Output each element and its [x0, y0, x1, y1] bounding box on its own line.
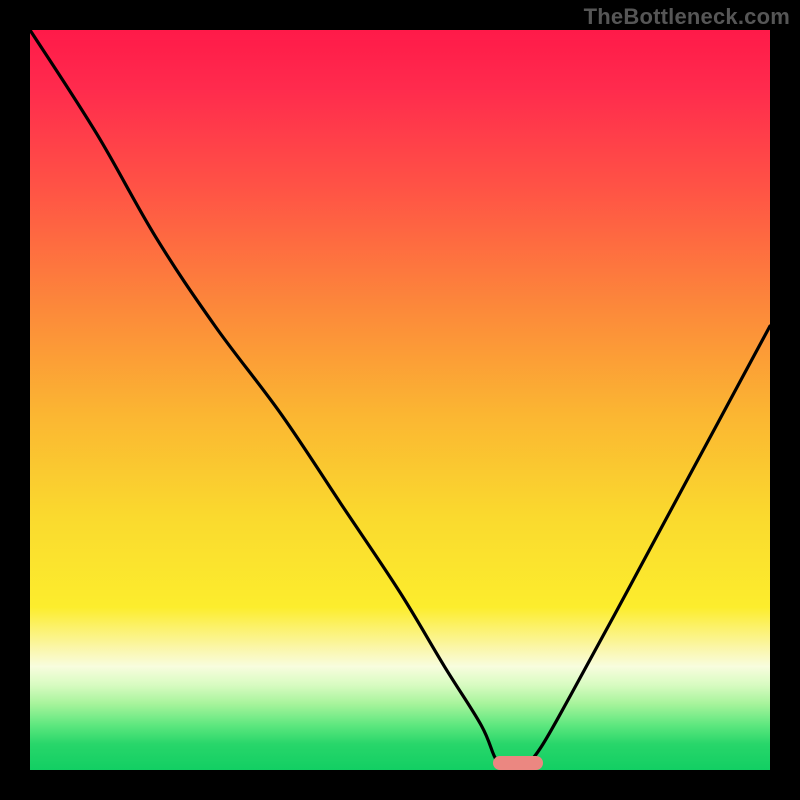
bottleneck-curve: [30, 30, 770, 770]
chart-frame: TheBottleneck.com: [0, 0, 800, 800]
optimal-range-lozenge: [493, 756, 543, 770]
watermark-text: TheBottleneck.com: [584, 4, 790, 30]
bottleneck-curve-path: [30, 30, 770, 764]
plot-area: [30, 30, 770, 770]
